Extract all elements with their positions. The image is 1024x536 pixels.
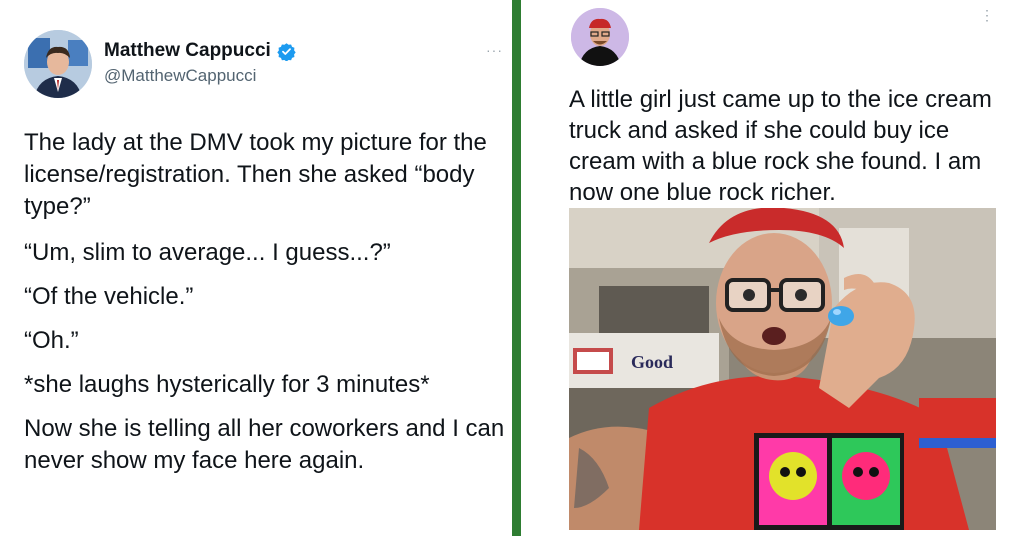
left-tweet-card: Matthew Cappucci @MatthewCappucci ··· Th…	[0, 0, 512, 536]
handle[interactable]: @MatthewCappucci	[104, 66, 256, 86]
tweet-paragraph: “Oh.”	[24, 327, 79, 354]
more-options-icon[interactable]: ⋮	[980, 8, 994, 22]
verified-badge-icon	[277, 42, 296, 61]
more-options-icon[interactable]: ···	[486, 42, 503, 58]
ice-cream-truck-selfie-image: Good	[569, 208, 996, 530]
display-name[interactable]: Matthew Cappucci	[104, 40, 296, 62]
right-tweet-card: ⋮ A little girl just came up to the ice …	[521, 0, 1024, 536]
tweet-paragraph: “Um, slim to average... I guess...?”	[24, 239, 391, 266]
tweet-text: A little girl just came up to the ice cr…	[569, 86, 992, 206]
tweet-text: The lady at the DMV took my picture for …	[24, 127, 506, 489]
tweet-paragraph: *she laughs hysterically for 3 minutes*	[24, 371, 430, 398]
tweet-paragraph: “Of the vehicle.”	[24, 283, 194, 310]
avatar[interactable]	[571, 8, 629, 66]
avatar[interactable]	[24, 30, 92, 98]
display-name-text: Matthew Cappucci	[104, 40, 271, 61]
tweet-paragraph: Now she is telling all her coworkers and…	[24, 415, 505, 474]
attached-photo[interactable]: Good	[569, 208, 996, 530]
good-sign-text: Good	[631, 352, 673, 372]
avatar-photo	[24, 30, 92, 98]
tweet-paragraph: The lady at the DMV took my picture for …	[24, 129, 487, 220]
avatar-photo	[571, 8, 629, 66]
